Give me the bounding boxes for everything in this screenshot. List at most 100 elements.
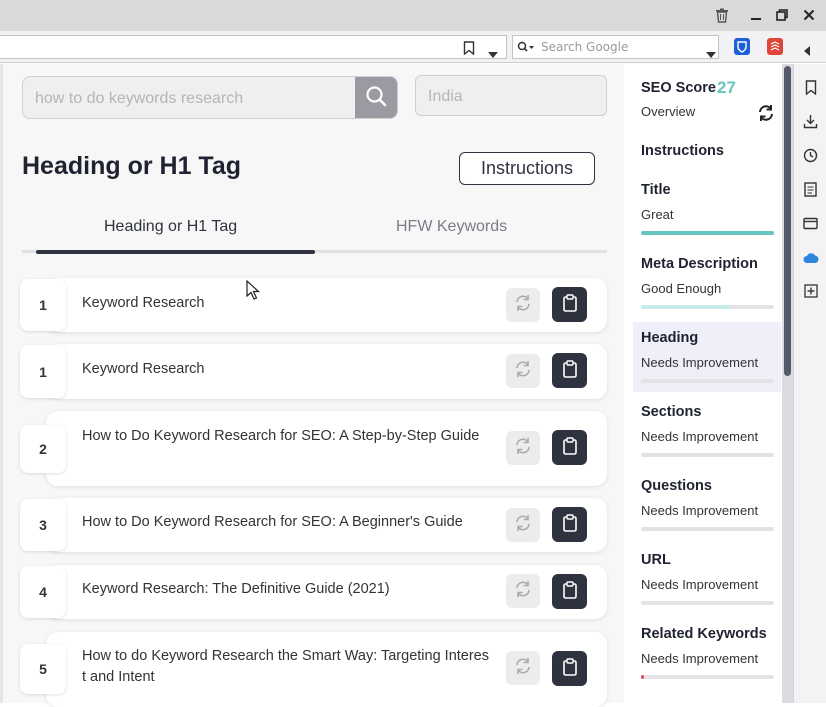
- section-meta-description[interactable]: Meta Description Good Enough: [633, 248, 781, 318]
- section-status: Needs Improvement: [641, 503, 759, 518]
- bookmarks-icon[interactable]: [802, 79, 819, 96]
- country-placeholder: India: [428, 88, 463, 105]
- page-title: Heading or H1 Tag: [22, 152, 242, 180]
- section-title[interactable]: Title Great: [633, 174, 781, 244]
- refresh-score-icon[interactable]: [757, 104, 775, 122]
- section-progress-track: [641, 379, 774, 383]
- panel-left-edge: [0, 64, 3, 703]
- regenerate-button[interactable]: [506, 574, 540, 608]
- section-name: Title: [641, 182, 671, 198]
- minimize-icon[interactable]: [745, 5, 767, 25]
- mouse-cursor-icon: [246, 279, 261, 304]
- clipboard-icon: [562, 657, 578, 680]
- browser-sidebar: [793, 64, 826, 703]
- instructions-button[interactable]: Instructions: [459, 152, 595, 185]
- address-bar[interactable]: [0, 35, 507, 59]
- section-status: Needs Improvement: [641, 577, 759, 592]
- section-status: Needs Improvement: [641, 429, 759, 444]
- bookmark-star-icon[interactable]: [463, 40, 475, 59]
- regenerate-button[interactable]: [506, 651, 540, 685]
- search-dropdown-icon[interactable]: [706, 44, 716, 63]
- copy-button[interactable]: [552, 353, 587, 388]
- section-name: Questions: [641, 478, 712, 494]
- country-select[interactable]: India: [415, 75, 607, 116]
- trash-icon[interactable]: [711, 5, 733, 25]
- overview-link[interactable]: Overview: [641, 104, 695, 119]
- clipboard-icon: [562, 359, 578, 382]
- browser-search-placeholder: Search Google: [541, 40, 629, 54]
- heading-text: Keyword Research: [82, 361, 205, 377]
- sidebar-toggle-icon[interactable]: [803, 41, 811, 60]
- heading-row: 2 How to Do Keyword Research for SEO: A …: [20, 411, 607, 486]
- todoist-icon[interactable]: [767, 38, 783, 55]
- refresh-icon: [514, 437, 532, 459]
- search-engine-icon: [517, 41, 535, 53]
- refresh-icon: [514, 580, 532, 602]
- section-questions[interactable]: Questions Needs Improvement: [633, 470, 781, 540]
- refresh-icon: [514, 514, 532, 536]
- regenerate-button[interactable]: [506, 354, 540, 388]
- section-status: Great: [641, 207, 674, 222]
- heading-rank: 1: [20, 279, 66, 331]
- tab-heading-h1[interactable]: Heading or H1 Tag: [104, 218, 237, 236]
- tab-hfw-keywords[interactable]: HFW Keywords: [396, 218, 507, 236]
- heading-row: 1 Keyword Research: [20, 344, 607, 399]
- copy-button[interactable]: [552, 287, 587, 322]
- section-progress-track: [641, 675, 774, 679]
- refresh-icon: [514, 657, 532, 679]
- heading-rank: 4: [20, 566, 66, 618]
- notes-icon[interactable]: [802, 181, 819, 198]
- clipboard-icon: [562, 293, 578, 316]
- section-name: Related Keywords: [641, 626, 767, 642]
- clipboard-icon: [562, 513, 578, 536]
- section-name: Meta Description: [641, 256, 758, 272]
- sidebar-instructions[interactable]: Instructions: [641, 143, 724, 159]
- browser-navbar: Search Google: [0, 31, 826, 63]
- chevron-down-icon[interactable]: [488, 44, 498, 63]
- bitwarden-shield-icon[interactable]: [734, 38, 750, 55]
- downloads-icon[interactable]: [802, 113, 819, 130]
- cloud-icon[interactable]: [802, 249, 819, 266]
- browser-search-field[interactable]: Search Google: [512, 35, 719, 59]
- copy-button[interactable]: [552, 507, 587, 542]
- section-related-keywords[interactable]: Related Keywords Needs Improvement: [633, 618, 781, 688]
- sidebar-scroll-thumb[interactable]: [784, 66, 791, 376]
- regenerate-button[interactable]: [506, 288, 540, 322]
- section-url[interactable]: URL Needs Improvement: [633, 544, 781, 614]
- section-name: Heading: [641, 330, 699, 346]
- keyword-input[interactable]: how to do keywords research: [22, 76, 398, 119]
- section-sections[interactable]: Sections Needs Improvement: [633, 396, 781, 466]
- history-icon[interactable]: [802, 147, 819, 164]
- wallet-icon[interactable]: [802, 215, 819, 232]
- keyword-search-button[interactable]: [355, 77, 397, 118]
- section-progress-track: [641, 231, 774, 235]
- window-titlebar: [0, 0, 826, 31]
- section-progress-fill: [641, 675, 644, 679]
- copy-button[interactable]: [552, 574, 587, 609]
- regenerate-button[interactable]: [506, 431, 540, 465]
- heading-row: 4 Keyword Research: The Definitive Guide…: [20, 565, 607, 619]
- heading-rank: 5: [20, 644, 66, 694]
- clipboard-icon: [562, 580, 578, 603]
- close-icon[interactable]: [798, 5, 820, 25]
- section-progress-track: [641, 601, 774, 605]
- heading-text: Keyword Research: [82, 295, 205, 311]
- seo-score-value: 27: [717, 78, 736, 97]
- heading-rank: 1: [20, 345, 66, 398]
- heading-text: Keyword Research: The Definitive Guide (…: [82, 581, 390, 597]
- clipboard-icon: [562, 436, 578, 459]
- copy-button[interactable]: [552, 430, 587, 465]
- heading-text: How to Do Keyword Research for SEO: A St…: [82, 428, 480, 444]
- restore-icon[interactable]: [771, 5, 793, 25]
- section-progress-track: [641, 305, 774, 309]
- regenerate-button[interactable]: [506, 508, 540, 542]
- keyword-placeholder: how to do keywords research: [35, 90, 244, 107]
- section-status: Good Enough: [641, 281, 722, 296]
- heading-row: 1 Keyword Research: [20, 278, 607, 332]
- add-panel-icon[interactable]: [802, 282, 819, 299]
- copy-button[interactable]: [552, 651, 587, 686]
- heading-text: How to Do Keyword Research for SEO: A Be…: [82, 514, 463, 530]
- active-tab-indicator: [36, 250, 315, 254]
- heading-row: 3 How to Do Keyword Research for SEO: A …: [20, 498, 607, 552]
- section-heading[interactable]: Heading Needs Improvement: [633, 322, 781, 392]
